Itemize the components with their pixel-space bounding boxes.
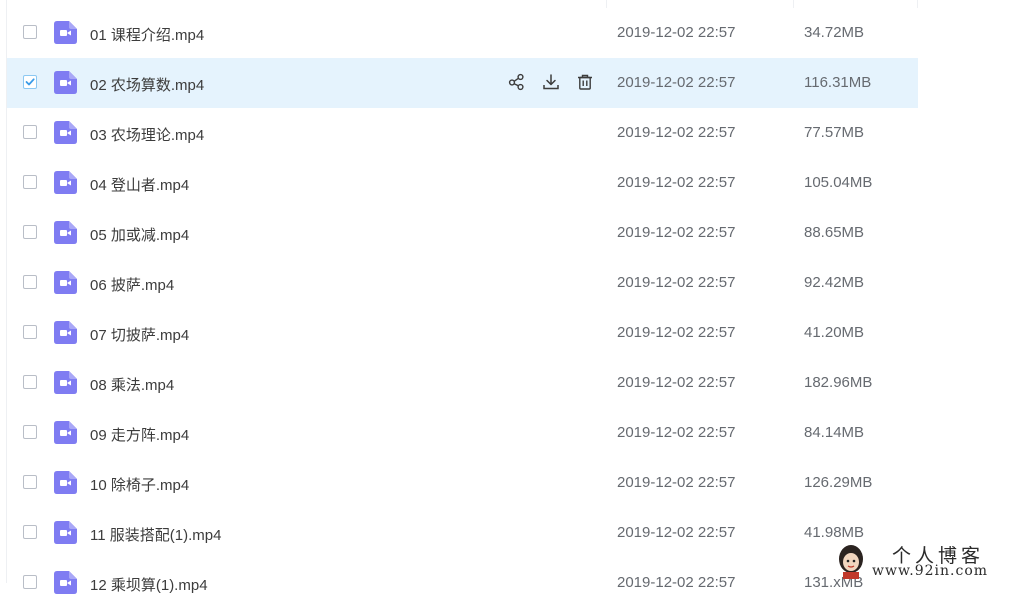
check-icon <box>25 78 35 86</box>
file-name[interactable]: 01 课程介绍.mp4 <box>90 24 204 45</box>
file-modified-date: 2019-12-02 22:57 <box>617 124 736 141</box>
file-modified-date: 2019-12-02 22:57 <box>617 324 736 341</box>
file-modified-date: 2019-12-02 22:57 <box>617 524 736 541</box>
video-file-icon <box>54 121 77 144</box>
file-modified-date: 2019-12-02 22:57 <box>617 274 736 291</box>
row-checkbox[interactable] <box>23 475 37 489</box>
video-file-icon <box>54 71 77 94</box>
file-modified-date: 2019-12-02 22:57 <box>617 424 736 441</box>
video-file-icon <box>54 371 77 394</box>
file-name[interactable]: 11 服装搭配(1).mp4 <box>90 524 221 545</box>
file-size: 105.04MB <box>804 174 873 191</box>
file-row[interactable]: 08 乘法.mp4 2019-12-02 22:57 182.96MB <box>7 358 918 408</box>
file-name[interactable]: 04 登山者.mp4 <box>90 174 189 195</box>
file-row[interactable]: 07 切披萨.mp4 2019-12-02 22:57 41.20MB <box>7 308 918 358</box>
share-icon[interactable] <box>508 73 526 91</box>
video-file-icon <box>54 221 77 244</box>
file-modified-date: 2019-12-02 22:57 <box>617 174 736 191</box>
file-name[interactable]: 07 切披萨.mp4 <box>90 324 189 345</box>
video-file-icon <box>54 521 77 544</box>
row-checkbox[interactable] <box>23 275 37 289</box>
file-name[interactable]: 09 走方阵.mp4 <box>90 424 189 445</box>
file-name[interactable]: 08 乘法.mp4 <box>90 374 174 395</box>
video-file-icon <box>54 471 77 494</box>
file-modified-date: 2019-12-02 22:57 <box>617 24 736 41</box>
file-row[interactable]: 06 披萨.mp4 2019-12-02 22:57 92.42MB <box>7 258 918 308</box>
file-size: 116.31MB <box>804 74 872 91</box>
video-file-icon <box>54 421 77 444</box>
column-header-strip <box>0 0 1025 8</box>
row-checkbox[interactable] <box>23 75 37 89</box>
row-checkbox[interactable] <box>23 175 37 189</box>
row-checkbox[interactable] <box>23 325 37 339</box>
file-row[interactable]: 05 加或减.mp4 2019-12-02 22:57 88.65MB <box>7 208 918 258</box>
video-file-icon <box>54 271 77 294</box>
file-name[interactable]: 12 乘坝算(1).mp4 <box>90 574 208 595</box>
file-size: 41.20MB <box>804 324 865 341</box>
file-name[interactable]: 03 农场理论.mp4 <box>90 124 204 145</box>
video-file-icon <box>54 171 77 194</box>
file-row[interactable]: 11 服装搭配(1).mp4 2019-12-02 22:57 41.98MB <box>7 508 918 558</box>
row-checkbox[interactable] <box>23 225 37 239</box>
file-size: 126.29MB <box>804 474 873 491</box>
row-checkbox[interactable] <box>23 25 37 39</box>
file-modified-date: 2019-12-02 22:57 <box>617 224 736 241</box>
row-actions <box>508 73 594 91</box>
file-modified-date: 2019-12-02 22:57 <box>617 374 736 391</box>
trash-icon[interactable] <box>576 73 594 91</box>
file-row[interactable]: 02 农场算数.mp4 2019-12-02 22:57 116.31MB <box>7 58 918 108</box>
file-row[interactable]: 01 课程介绍.mp4 2019-12-02 22:57 34.72MB <box>7 8 918 58</box>
row-checkbox[interactable] <box>23 575 37 589</box>
file-name[interactable]: 10 除椅子.mp4 <box>90 474 189 495</box>
file-size: 92.42MB <box>804 274 865 291</box>
file-size: 34.72MB <box>804 24 865 41</box>
watermark: 个人博客 www.92in.com <box>832 541 1025 583</box>
file-size: 84.14MB <box>804 424 865 441</box>
file-size: 182.96MB <box>804 374 873 391</box>
row-checkbox[interactable] <box>23 125 37 139</box>
video-file-icon <box>54 21 77 44</box>
video-file-icon <box>54 321 77 344</box>
file-row[interactable]: 04 登山者.mp4 2019-12-02 22:57 105.04MB <box>7 158 918 208</box>
file-name[interactable]: 05 加或减.mp4 <box>90 224 189 245</box>
row-checkbox[interactable] <box>23 425 37 439</box>
watermark-url: www.92in.com <box>872 563 989 579</box>
row-checkbox[interactable] <box>23 525 37 539</box>
file-modified-date: 2019-12-02 22:57 <box>617 474 736 491</box>
file-size: 77.57MB <box>804 124 865 141</box>
download-icon[interactable] <box>542 73 560 91</box>
file-size: 41.98MB <box>804 524 865 541</box>
avatar-icon <box>839 545 863 579</box>
file-size: 88.65MB <box>804 224 865 241</box>
file-modified-date: 2019-12-02 22:57 <box>617 74 736 91</box>
file-row[interactable]: 03 农场理论.mp4 2019-12-02 22:57 77.57MB <box>7 108 918 158</box>
file-row[interactable]: 09 走方阵.mp4 2019-12-02 22:57 84.14MB <box>7 408 918 458</box>
file-name[interactable]: 02 农场算数.mp4 <box>90 74 204 95</box>
file-row[interactable]: 10 除椅子.mp4 2019-12-02 22:57 126.29MB <box>7 458 918 508</box>
file-name[interactable]: 06 披萨.mp4 <box>90 274 174 295</box>
row-checkbox[interactable] <box>23 375 37 389</box>
file-list: 01 课程介绍.mp4 2019-12-02 22:57 34.72MB 02 … <box>7 8 918 608</box>
file-row[interactable]: 12 乘坝算(1).mp4 2019-12-02 22:57 131.xMB <box>7 558 918 608</box>
